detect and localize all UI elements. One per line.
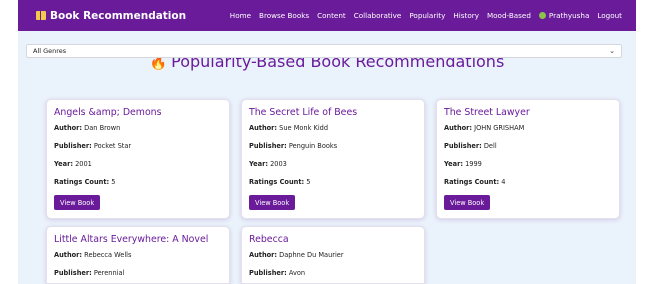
book-publisher: Publisher: Avon	[249, 269, 306, 277]
navbar: Book Recommendation Home Browse Books Co…	[18, 0, 636, 31]
book-year: Year: 1999	[444, 160, 482, 168]
genre-selected-value: All Genres	[33, 47, 67, 55]
nav-history[interactable]: History	[453, 11, 479, 20]
nav-browse-books[interactable]: Browse Books	[259, 11, 309, 20]
brand[interactable]: Book Recommendation	[36, 10, 186, 22]
chevron-down-icon: ⌄	[609, 47, 615, 55]
view-book-button[interactable]: View Book	[54, 195, 101, 210]
brand-label: Book Recommendation	[50, 9, 187, 22]
book-publisher: Publisher: Dell	[444, 142, 497, 150]
user-icon	[538, 12, 546, 19]
book-publisher: Publisher: Perennial	[54, 269, 125, 277]
view-book-button[interactable]: View Book	[249, 195, 296, 210]
book-title[interactable]: Little Altars Everywhere: A Novel	[54, 234, 222, 245]
book-ratings: Ratings Count: 5	[249, 178, 311, 186]
book-ratings: Ratings Count: 5	[54, 178, 116, 186]
book-title[interactable]: Angels &amp; Demons	[54, 107, 222, 118]
book-title[interactable]: Rebecca	[249, 234, 417, 245]
book-ratings: Ratings Count: 4	[444, 178, 506, 186]
book-publisher: Publisher: Penguin Books	[249, 142, 338, 150]
book-icon	[36, 11, 46, 20]
book-author: Author: Rebecca Wells	[54, 251, 132, 259]
nav-user[interactable]: Prathyusha	[538, 11, 590, 20]
book-title[interactable]: The Street Lawyer	[444, 107, 612, 118]
book-year: Year: 2001	[54, 160, 92, 168]
book-card: Angels &amp; Demons Author: Dan Brown Pu…	[46, 99, 230, 219]
view-book-button[interactable]: View Book	[444, 195, 491, 210]
nav-links: Home Browse Books Content Collaborative …	[230, 11, 622, 20]
nav-popularity[interactable]: Popularity	[409, 11, 445, 20]
nav-home[interactable]: Home	[230, 11, 251, 20]
book-author: Author: Dan Brown	[54, 124, 121, 132]
book-card: The Street Lawyer Author: JOHN GRISHAM P…	[436, 99, 620, 219]
book-author: Author: Sue Monk Kidd	[249, 124, 329, 132]
book-card: Little Altars Everywhere: A Novel Author…	[46, 226, 230, 284]
logout-link[interactable]: Logout	[597, 11, 622, 20]
nav-collaborative[interactable]: Collaborative	[354, 11, 402, 20]
book-author: Author: JOHN GRISHAM	[444, 124, 525, 132]
book-card: The Secret Life of Bees Author: Sue Monk…	[241, 99, 425, 219]
genre-select[interactable]: All Genres ⌄	[26, 44, 622, 58]
user-name: Prathyusha	[548, 11, 590, 20]
nav-mood-based[interactable]: Mood-Based	[487, 11, 531, 20]
book-year: Year: 2003	[249, 160, 287, 168]
book-author: Author: Daphne Du Maurier	[249, 251, 344, 259]
book-title[interactable]: The Secret Life of Bees	[249, 107, 417, 118]
book-publisher: Publisher: Pocket Star	[54, 142, 132, 150]
nav-content[interactable]: Content	[317, 11, 346, 20]
book-card: Rebecca Author: Daphne Du Maurier Publis…	[241, 226, 425, 284]
